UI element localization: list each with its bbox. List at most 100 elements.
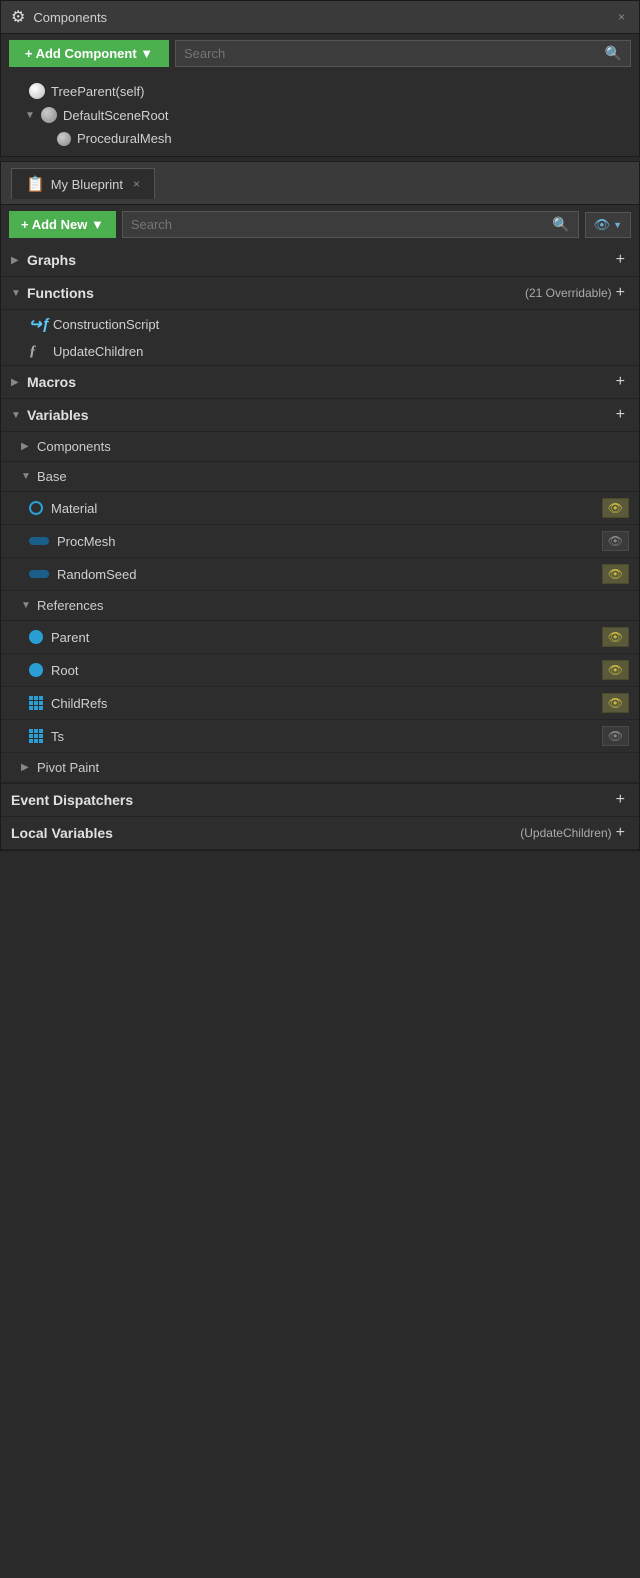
section-variables-base[interactable]: ▼ Base xyxy=(1,462,639,492)
var-item-parent[interactable]: Parent 👁 xyxy=(1,621,639,654)
variables-base-arrow: ▼ xyxy=(21,471,33,482)
components-panel-header: ⚙ Components × xyxy=(1,1,639,34)
components-search-icon: 🔍 xyxy=(605,45,622,62)
var-eye-material[interactable]: 👁 xyxy=(602,498,629,518)
eye-symbol-procmesh: 👁 xyxy=(608,534,623,548)
var-item-ts[interactable]: Ts 👁 xyxy=(1,720,639,753)
components-icon: ⚙ xyxy=(11,7,25,27)
blueprint-search-box: 🔍 xyxy=(122,211,579,238)
tree-arrow-defaultsceneroot: ▼ xyxy=(25,110,35,121)
tree-item-treeparent[interactable]: TreeParent(self) xyxy=(1,79,639,103)
var-icon-material xyxy=(29,501,43,515)
section-local-variables[interactable]: Local Variables (UpdateChildren) + xyxy=(1,817,639,850)
func-label-updatechildren: UpdateChildren xyxy=(53,344,143,359)
local-variables-sublabel: (UpdateChildren) xyxy=(520,826,611,840)
eye-symbol-ts: 👁 xyxy=(608,729,623,743)
var-eye-procmesh[interactable]: 👁 xyxy=(602,531,629,551)
variables-arrow: ▼ xyxy=(11,410,23,421)
section-variables[interactable]: ▼ Variables + xyxy=(1,399,639,432)
functions-sublabel: (21 Overridable) xyxy=(525,286,612,300)
functions-arrow: ▼ xyxy=(11,288,23,299)
section-macros[interactable]: ▶ Macros + xyxy=(1,366,639,399)
var-item-randomseed[interactable]: RandomSeed 👁 xyxy=(1,558,639,591)
local-variables-add-button[interactable]: + xyxy=(612,824,629,842)
variables-base-label: Base xyxy=(37,469,629,484)
graphs-label: Graphs xyxy=(27,252,612,268)
variables-components-label: Components xyxy=(37,439,629,454)
var-icon-ts xyxy=(29,729,43,743)
tree-label-treeparent: TreeParent(self) xyxy=(51,84,144,99)
section-variables-pivotpaint[interactable]: ▶ Pivot Paint xyxy=(1,753,639,783)
blueprint-panel: 📋 My Blueprint × + Add New ▼ 🔍 👁 ▼ ▶ Gra… xyxy=(0,161,640,851)
graphs-add-button[interactable]: + xyxy=(612,251,629,269)
eye-dropdown-arrow: ▼ xyxy=(613,220,622,230)
components-close-button[interactable]: × xyxy=(614,10,629,24)
eye-symbol-material: 👁 xyxy=(608,501,623,515)
var-icon-randomseed xyxy=(29,570,49,578)
var-eye-childrefs[interactable]: 👁 xyxy=(602,693,629,713)
components-toolbar: + Add Component ▼ 🔍 xyxy=(1,34,639,73)
tree-item-defaultsceneroot[interactable]: ▼ DefaultSceneRoot xyxy=(1,103,639,127)
blueprint-tab-title: My Blueprint xyxy=(51,177,123,192)
event-dispatchers-add-button[interactable]: + xyxy=(612,791,629,809)
eye-symbol-randomseed: 👁 xyxy=(608,567,623,581)
section-functions[interactable]: ▼ Functions (21 Overridable) + xyxy=(1,277,639,310)
blueprint-tab-close[interactable]: × xyxy=(133,177,140,191)
var-item-root[interactable]: Root 👁 xyxy=(1,654,639,687)
tree-item-proceduralmesh[interactable]: ProceduralMesh xyxy=(1,127,639,150)
var-label-ts: Ts xyxy=(51,729,594,744)
components-panel: ⚙ Components × + Add Component ▼ 🔍 TreeP… xyxy=(0,0,640,157)
sphere-icon-treeparent xyxy=(29,83,45,99)
add-new-button[interactable]: + Add New ▼ xyxy=(9,211,116,238)
blueprint-toolbar: + Add New ▼ 🔍 👁 ▼ xyxy=(1,205,639,244)
var-eye-ts[interactable]: 👁 xyxy=(602,726,629,746)
variables-references-arrow: ▼ xyxy=(21,600,33,611)
var-label-randomseed: RandomSeed xyxy=(57,567,594,582)
var-icon-parent xyxy=(29,630,43,644)
functions-add-button[interactable]: + xyxy=(612,284,629,302)
functions-label: Functions xyxy=(27,285,519,301)
sphere-icon-proceduralmesh xyxy=(57,132,71,146)
variables-label: Variables xyxy=(27,407,612,423)
macros-arrow: ▶ xyxy=(11,377,23,388)
local-variables-label: Local Variables xyxy=(11,825,514,841)
var-item-childrefs[interactable]: ChildRefs 👁 xyxy=(1,687,639,720)
blueprint-search-input[interactable] xyxy=(131,217,546,232)
variables-components-arrow: ▶ xyxy=(21,441,33,452)
components-search-box: 🔍 xyxy=(175,40,631,67)
macros-add-button[interactable]: + xyxy=(612,373,629,391)
var-item-procmesh[interactable]: ProcMesh 👁 xyxy=(1,525,639,558)
eye-symbol-root: 👁 xyxy=(608,663,623,677)
section-variables-components[interactable]: ▶ Components xyxy=(1,432,639,462)
var-icon-procmesh xyxy=(29,537,49,545)
func-item-updatechildren[interactable]: ƒ UpdateChildren xyxy=(1,338,639,365)
components-search-input[interactable] xyxy=(184,46,599,61)
variables-add-button[interactable]: + xyxy=(612,406,629,424)
var-eye-randomseed[interactable]: 👁 xyxy=(602,564,629,584)
section-variables-references[interactable]: ▼ References xyxy=(1,591,639,621)
section-event-dispatchers[interactable]: Event Dispatchers + xyxy=(1,784,639,817)
blueprint-search-icon: 🔍 xyxy=(552,216,569,233)
blueprint-tab[interactable]: 📋 My Blueprint × xyxy=(11,168,155,199)
section-graphs[interactable]: ▶ Graphs + xyxy=(1,244,639,277)
var-eye-parent[interactable]: 👁 xyxy=(602,627,629,647)
eye-visibility-button[interactable]: 👁 ▼ xyxy=(585,212,631,238)
construction-script-icon: ↪ƒ xyxy=(29,315,47,333)
var-label-childrefs: ChildRefs xyxy=(51,696,594,711)
graphs-arrow: ▶ xyxy=(11,255,23,266)
blueprint-panel-header: 📋 My Blueprint × xyxy=(1,162,639,205)
var-eye-root[interactable]: 👁 xyxy=(602,660,629,680)
var-icon-childrefs xyxy=(29,696,43,710)
components-panel-title: Components xyxy=(33,10,606,25)
variables-references-label: References xyxy=(37,598,629,613)
var-icon-root xyxy=(29,663,43,677)
eye-symbol-parent: 👁 xyxy=(608,630,623,644)
var-item-material[interactable]: Material 👁 xyxy=(1,492,639,525)
var-label-procmesh: ProcMesh xyxy=(57,534,594,549)
func-item-constructionscript[interactable]: ↪ƒ ConstructionScript xyxy=(1,310,639,338)
add-component-button[interactable]: + Add Component ▼ xyxy=(9,40,169,67)
update-children-icon: ƒ xyxy=(29,343,47,360)
var-label-root: Root xyxy=(51,663,594,678)
eye-symbol-childrefs: 👁 xyxy=(608,696,623,710)
eye-icon: 👁 xyxy=(594,217,611,233)
